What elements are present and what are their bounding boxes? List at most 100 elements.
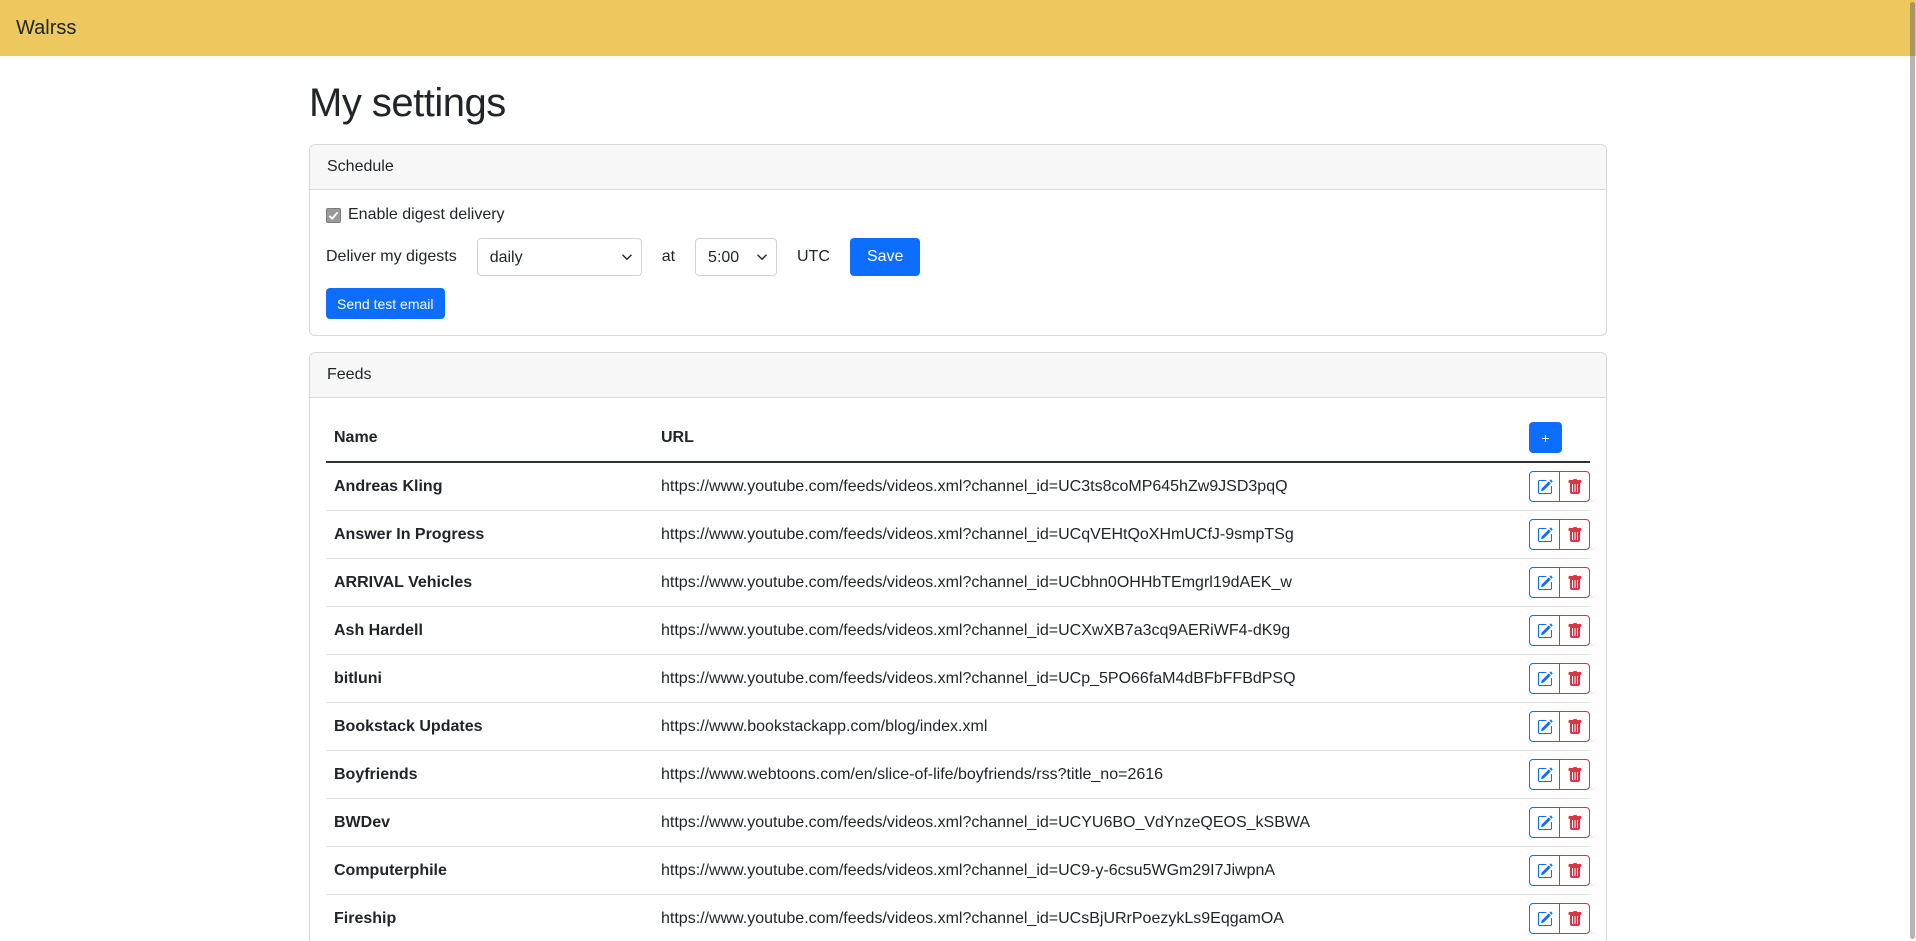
feed-url: https://www.youtube.com/feeds/videos.xml… xyxy=(653,607,1521,655)
main-container: My settings Schedule Enable digest deliv… xyxy=(309,81,1607,941)
page-scrollbar-thumb[interactable] xyxy=(1910,2,1915,939)
edit-feed-button[interactable] xyxy=(1529,711,1560,742)
feed-actions-group xyxy=(1529,903,1590,934)
delete-feed-button[interactable] xyxy=(1559,807,1590,838)
at-label: at xyxy=(662,248,675,266)
feed-actions-group xyxy=(1529,615,1590,646)
delete-feed-button[interactable] xyxy=(1559,519,1590,550)
delete-feed-button[interactable] xyxy=(1559,567,1590,598)
feed-actions-group xyxy=(1529,567,1590,598)
feed-url: https://www.youtube.com/feeds/videos.xml… xyxy=(653,799,1521,847)
pencil-square-icon xyxy=(1537,815,1553,831)
table-row: Boyfriends https://www.webtoons.com/en/s… xyxy=(326,751,1590,799)
table-row: bitluni https://www.youtube.com/feeds/vi… xyxy=(326,655,1590,703)
feed-url: https://www.youtube.com/feeds/videos.xml… xyxy=(653,655,1521,703)
trash-icon xyxy=(1567,671,1583,687)
feed-name: BWDev xyxy=(326,799,653,847)
trash-icon xyxy=(1567,527,1583,543)
pencil-square-icon xyxy=(1537,767,1553,783)
edit-feed-button[interactable] xyxy=(1529,519,1560,550)
feed-actions-group xyxy=(1529,711,1590,742)
feed-name: Answer In Progress xyxy=(326,511,653,559)
feed-name: Bookstack Updates xyxy=(326,703,653,751)
edit-feed-button[interactable] xyxy=(1529,903,1560,934)
column-header-url: URL xyxy=(653,414,1521,462)
table-row: Bookstack Updates https://www.bookstacka… xyxy=(326,703,1590,751)
pencil-square-icon xyxy=(1537,911,1553,927)
pencil-square-icon xyxy=(1537,719,1553,735)
feed-actions-group xyxy=(1529,471,1590,502)
feed-name: Andreas Kling xyxy=(326,462,653,511)
table-row: Ash Hardell https://www.youtube.com/feed… xyxy=(326,607,1590,655)
pencil-square-icon xyxy=(1537,527,1553,543)
feed-name: Ash Hardell xyxy=(326,607,653,655)
delete-feed-button[interactable] xyxy=(1559,711,1590,742)
time-select-wrap: 5:00 xyxy=(695,238,777,276)
feed-actions-group xyxy=(1529,519,1590,550)
trash-icon xyxy=(1567,767,1583,783)
enable-digest-row: Enable digest delivery xyxy=(326,206,1590,224)
feed-url: https://www.youtube.com/feeds/videos.xml… xyxy=(653,462,1521,511)
pencil-square-icon xyxy=(1537,575,1553,591)
timezone-label: UTC xyxy=(797,248,830,266)
feed-url: https://www.youtube.com/feeds/videos.xml… xyxy=(653,895,1521,941)
edit-feed-button[interactable] xyxy=(1529,855,1560,886)
table-row: ARRIVAL Vehicles https://www.youtube.com… xyxy=(326,559,1590,607)
feed-actions-group xyxy=(1529,759,1590,790)
send-test-email-button[interactable]: Send test email xyxy=(326,288,445,319)
enable-digest-checkbox[interactable] xyxy=(326,208,341,223)
delete-feed-button[interactable] xyxy=(1559,663,1590,694)
deliver-label: Deliver my digests xyxy=(326,248,457,266)
feed-url: https://www.youtube.com/feeds/videos.xml… xyxy=(653,847,1521,895)
delete-feed-button[interactable] xyxy=(1559,903,1590,934)
table-row: Answer In Progress https://www.youtube.c… xyxy=(326,511,1590,559)
edit-feed-button[interactable] xyxy=(1529,663,1560,694)
trash-icon xyxy=(1567,719,1583,735)
feed-url: https://www.youtube.com/feeds/videos.xml… xyxy=(653,559,1521,607)
top-navbar: Walrss xyxy=(0,0,1916,56)
feed-name: ARRIVAL Vehicles xyxy=(326,559,653,607)
feed-actions-group xyxy=(1529,855,1590,886)
enable-digest-label[interactable]: Enable digest delivery xyxy=(348,206,505,224)
feed-name: bitluni xyxy=(326,655,653,703)
delete-feed-button[interactable] xyxy=(1559,759,1590,790)
feed-name: Boyfriends xyxy=(326,751,653,799)
frequency-select[interactable]: daily xyxy=(477,238,642,276)
trash-icon xyxy=(1567,911,1583,927)
pencil-square-icon xyxy=(1537,671,1553,687)
edit-feed-button[interactable] xyxy=(1529,615,1560,646)
feeds-card: Feeds Name URL + Andreas Kling https://w… xyxy=(309,352,1607,941)
feed-name: Computerphile xyxy=(326,847,653,895)
trash-icon xyxy=(1567,575,1583,591)
check-icon xyxy=(328,210,339,221)
schedule-card-body: Enable digest delivery Deliver my digest… xyxy=(310,190,1606,335)
feeds-table: Name URL + Andreas Kling https://www.you… xyxy=(326,414,1590,941)
edit-feed-button[interactable] xyxy=(1529,471,1560,502)
trash-icon xyxy=(1567,623,1583,639)
schedule-card-header: Schedule xyxy=(310,145,1606,190)
time-select[interactable]: 5:00 xyxy=(695,238,777,276)
delete-feed-button[interactable] xyxy=(1559,855,1590,886)
trash-icon xyxy=(1567,863,1583,879)
save-button[interactable]: Save xyxy=(850,238,920,276)
delete-feed-button[interactable] xyxy=(1559,615,1590,646)
delivery-form-row: Deliver my digests daily at 5:00 xyxy=(326,238,1590,276)
pencil-square-icon xyxy=(1537,623,1553,639)
pencil-square-icon xyxy=(1537,479,1553,495)
brand-link[interactable]: Walrss xyxy=(16,17,76,40)
edit-feed-button[interactable] xyxy=(1529,807,1560,838)
table-row: Andreas Kling https://www.youtube.com/fe… xyxy=(326,462,1590,511)
schedule-card: Schedule Enable digest delivery Deliver … xyxy=(309,144,1607,336)
edit-feed-button[interactable] xyxy=(1529,567,1560,598)
table-row: Fireship https://www.youtube.com/feeds/v… xyxy=(326,895,1590,941)
column-header-name: Name xyxy=(326,414,653,462)
feeds-table-head: Name URL + xyxy=(326,414,1590,462)
feed-url: https://www.youtube.com/feeds/videos.xml… xyxy=(653,511,1521,559)
edit-feed-button[interactable] xyxy=(1529,759,1560,790)
page-title: My settings xyxy=(309,81,1607,126)
pencil-square-icon xyxy=(1537,863,1553,879)
feeds-card-header: Feeds xyxy=(310,353,1606,398)
add-feed-button[interactable]: + xyxy=(1529,422,1562,453)
delete-feed-button[interactable] xyxy=(1559,471,1590,502)
feed-url: https://www.webtoons.com/en/slice-of-lif… xyxy=(653,751,1521,799)
